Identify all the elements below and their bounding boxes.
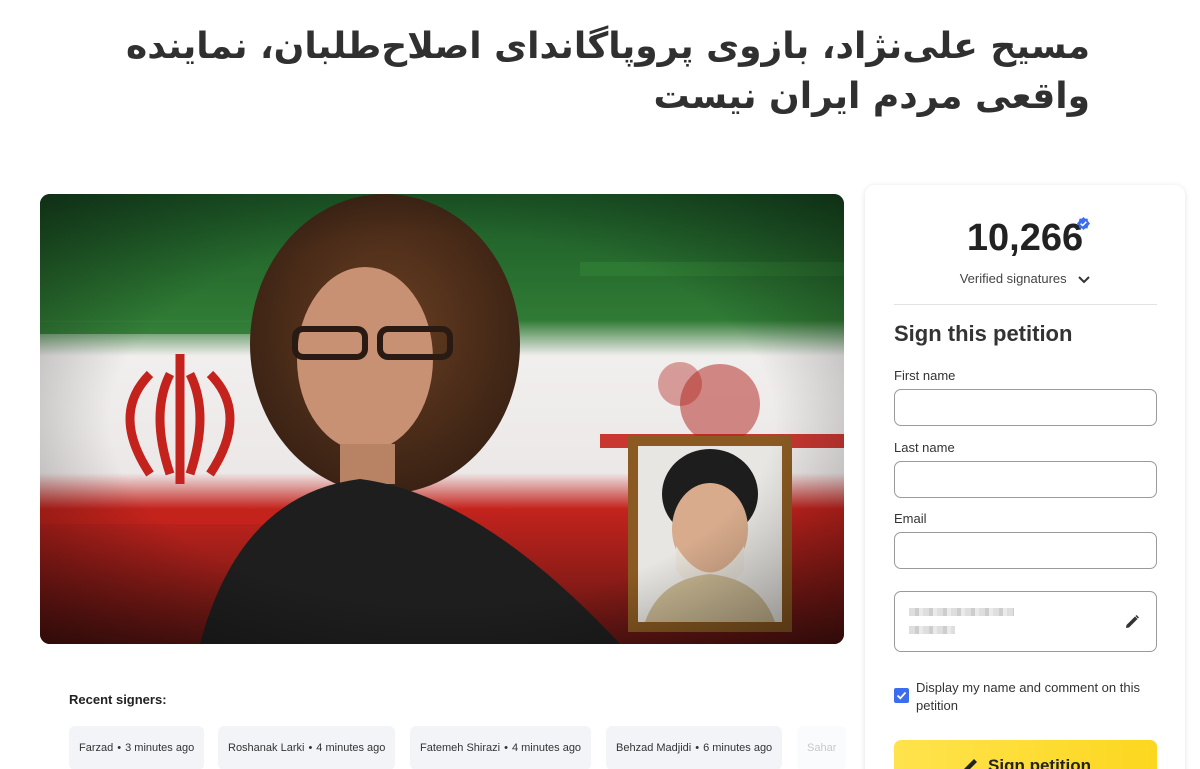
pen-icon xyxy=(964,759,978,769)
signer-name: Sahar xyxy=(807,742,837,754)
signer-chip: Farzad • 3 minutes ago xyxy=(69,726,205,769)
first-name-label: First name xyxy=(894,368,956,383)
sign-panel: 10,266 Verified signatures Sign this pet… xyxy=(865,185,1185,769)
signer-time: 4 minutes ago xyxy=(511,742,582,754)
signer-name: Fatemeh Shirazi xyxy=(420,742,501,754)
display-name-checkbox[interactable] xyxy=(894,688,909,703)
signer-name: Roshanak Larki xyxy=(228,742,305,754)
sign-heading: Sign this petition xyxy=(894,321,1073,346)
display-name-label: Display my name and comment on this peti… xyxy=(916,680,1140,713)
redacted-text xyxy=(909,626,955,634)
signer-name: Farzad xyxy=(79,742,114,754)
petition-title-wrap: مسیح علی‌نژاد، بازوی پروپاگاندای اصلاح‌ط… xyxy=(40,22,1090,122)
divider xyxy=(894,304,1157,305)
verified-signatures-toggle[interactable]: Verified signatures xyxy=(865,271,1185,286)
sign-petition-label: Sign petition xyxy=(988,756,1091,769)
signer-chip: Sahar xyxy=(797,726,847,769)
signature-count: 10,266 xyxy=(966,217,1084,259)
first-name-field[interactable] xyxy=(894,389,1157,426)
petition-title: مسیح علی‌نژاد، بازوی پروپاگاندای اصلاح‌ط… xyxy=(126,26,1090,117)
petition-image xyxy=(40,194,844,644)
signer-chip: Fatemeh Shirazi • 4 minutes ago xyxy=(410,726,592,769)
verified-signatures-label: Verified signatures xyxy=(959,271,1067,286)
signer-name: Behzad Madjidi xyxy=(616,742,692,754)
redacted-text xyxy=(909,608,1014,616)
signer-chip: Roshanak Larki • 4 minutes ago xyxy=(218,726,396,769)
verified-check-icon xyxy=(1077,217,1090,230)
recent-signers-list: Farzad • 3 minutes ago Roshanak Larki • 4 mi… xyxy=(69,726,859,769)
last-name-label: Last name xyxy=(894,440,955,455)
location-field[interactable] xyxy=(894,591,1157,652)
email-field[interactable] xyxy=(894,532,1157,569)
pencil-icon[interactable] xyxy=(1124,614,1140,630)
chevron-down-icon xyxy=(1078,275,1090,283)
recent-signers-label: Recent signers: xyxy=(69,692,167,707)
signer-time: 4 minutes ago xyxy=(316,742,386,754)
email-label: Email xyxy=(894,511,927,526)
last-name-field[interactable] xyxy=(894,461,1157,498)
signer-time: 3 minutes ago xyxy=(125,742,195,754)
signer-time: 6 minutes ago xyxy=(703,742,773,754)
sign-petition-button[interactable]: Sign petition xyxy=(894,740,1157,769)
checkmark-icon xyxy=(896,691,907,700)
signer-chip: Behzad Madjidi • 6 minutes ago xyxy=(606,726,783,769)
